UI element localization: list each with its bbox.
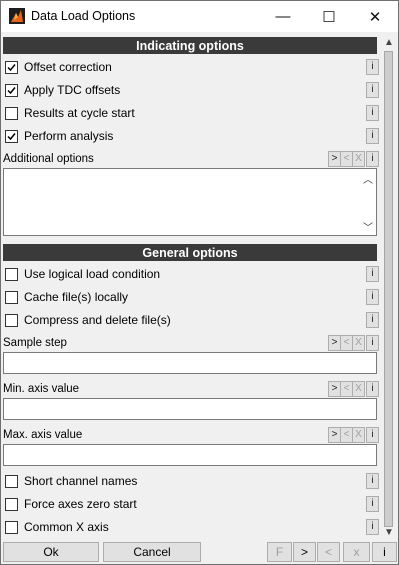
option-use-logical-load-condition[interactable]: Use logical load condition i	[3, 266, 379, 285]
close-icon: ✕	[368, 8, 382, 26]
option-short-channel-names[interactable]: Short channel names i	[3, 473, 379, 492]
checkmark-icon	[7, 87, 16, 95]
checkbox[interactable]	[5, 475, 18, 488]
f-button[interactable]: F	[267, 542, 292, 562]
clear-button[interactable]: X	[352, 335, 365, 351]
option-force-axes-zero-start[interactable]: Force axes zero start i	[3, 496, 379, 515]
clear-button[interactable]: X	[352, 151, 365, 167]
cancel-button[interactable]: Cancel	[103, 542, 201, 562]
checkbox[interactable]	[5, 130, 18, 143]
checkbox[interactable]	[5, 84, 18, 97]
info-button[interactable]: i	[366, 427, 379, 443]
option-label: Results at cycle start	[24, 106, 135, 120]
info-button[interactable]: i	[366, 335, 379, 351]
scroll-down-icon[interactable]: ﹀	[363, 219, 373, 234]
info-button[interactable]: i	[366, 59, 379, 75]
scroll-down-arrow-icon[interactable]: ▼	[384, 527, 394, 538]
window-title: Data Load Options	[31, 9, 136, 23]
ok-button[interactable]: Ok	[3, 542, 99, 562]
additional-options-textarea[interactable]: ︿ ﹀	[3, 168, 377, 236]
scrollbar-thumb[interactable]	[384, 51, 393, 527]
maximize-icon: ☐	[322, 8, 336, 26]
textarea-scrollbar[interactable]: ︿ ﹀	[361, 169, 376, 235]
option-offset-correction[interactable]: Offset correction i	[3, 59, 379, 78]
sample-step-label: Sample step	[3, 337, 67, 349]
prev-button[interactable]: <	[317, 542, 340, 562]
info-button[interactable]: i	[366, 82, 379, 98]
clear-button[interactable]: X	[352, 381, 365, 397]
option-label: Apply TDC offsets	[24, 83, 121, 97]
option-compress-and-delete-files[interactable]: Compress and delete file(s) i	[3, 312, 379, 331]
close-button[interactable]: ✕	[352, 1, 398, 32]
section-header-indicating: Indicating options	[3, 37, 377, 54]
scroll-up-icon[interactable]: ︿	[363, 171, 373, 186]
option-label: Short channel names	[24, 474, 138, 488]
option-cache-files-locally[interactable]: Cache file(s) locally i	[3, 289, 379, 308]
checkbox[interactable]	[5, 61, 18, 74]
info-button[interactable]: i	[366, 105, 379, 121]
section-header-general: General options	[3, 244, 377, 261]
option-label: Perform analysis	[24, 129, 114, 143]
checkbox[interactable]	[5, 107, 18, 120]
footer-bar: Ok Cancel F > < x i	[1, 541, 398, 563]
info-button[interactable]: i	[366, 381, 379, 397]
info-button[interactable]: i	[366, 473, 379, 489]
info-button[interactable]: i	[366, 312, 379, 328]
clear-button[interactable]: X	[352, 427, 365, 443]
checkbox[interactable]	[5, 268, 18, 281]
x-button[interactable]: x	[343, 542, 370, 562]
max-axis-label: Max. axis value	[3, 429, 83, 441]
app-icon	[9, 8, 25, 24]
min-axis-input[interactable]	[3, 398, 377, 420]
next-button[interactable]: >	[293, 542, 316, 562]
minimize-button[interactable]: —	[260, 1, 306, 32]
additional-options-label: Additional options	[3, 153, 94, 165]
option-label: Compress and delete file(s)	[24, 313, 171, 327]
info-button[interactable]: i	[366, 496, 379, 512]
checkmark-icon	[7, 133, 16, 141]
option-label: Cache file(s) locally	[24, 290, 129, 304]
checkbox[interactable]	[5, 314, 18, 327]
max-axis-input[interactable]	[3, 444, 377, 466]
checkmark-icon	[7, 64, 16, 72]
maximize-button[interactable]: ☐	[306, 1, 352, 32]
option-label: Force axes zero start	[24, 497, 137, 511]
minimize-icon: —	[275, 8, 291, 25]
option-apply-tdc-offsets[interactable]: Apply TDC offsets i	[3, 82, 379, 101]
sample-step-input[interactable]	[3, 352, 377, 374]
checkbox[interactable]	[5, 521, 18, 534]
info-button[interactable]: i	[366, 266, 379, 282]
options-panel: Indicating options Offset correction i A…	[1, 35, 382, 540]
info-button[interactable]: i	[366, 289, 379, 305]
title-bar[interactable]: Data Load Options — ☐ ✕	[1, 1, 398, 32]
scroll-up-arrow-icon[interactable]: ▲	[384, 37, 394, 48]
footer-info-button[interactable]: i	[372, 542, 397, 562]
option-label: Common X axis	[24, 520, 109, 534]
option-results-at-cycle-start[interactable]: Results at cycle start i	[3, 105, 379, 124]
info-button[interactable]: i	[366, 151, 379, 167]
checkbox[interactable]	[5, 498, 18, 511]
info-button[interactable]: i	[366, 519, 379, 535]
option-common-x-axis[interactable]: Common X axis i	[3, 519, 379, 538]
info-button[interactable]: i	[366, 128, 379, 144]
option-label: Offset correction	[24, 60, 112, 74]
option-perform-analysis[interactable]: Perform analysis i	[3, 128, 379, 147]
vertical-scrollbar[interactable]: ▲ ▼	[381, 35, 397, 540]
option-label: Use logical load condition	[24, 267, 161, 281]
checkbox[interactable]	[5, 291, 18, 304]
dialog-window: Data Load Options — ☐ ✕ Indicating optio…	[0, 0, 399, 565]
min-axis-label: Min. axis value	[3, 383, 80, 395]
